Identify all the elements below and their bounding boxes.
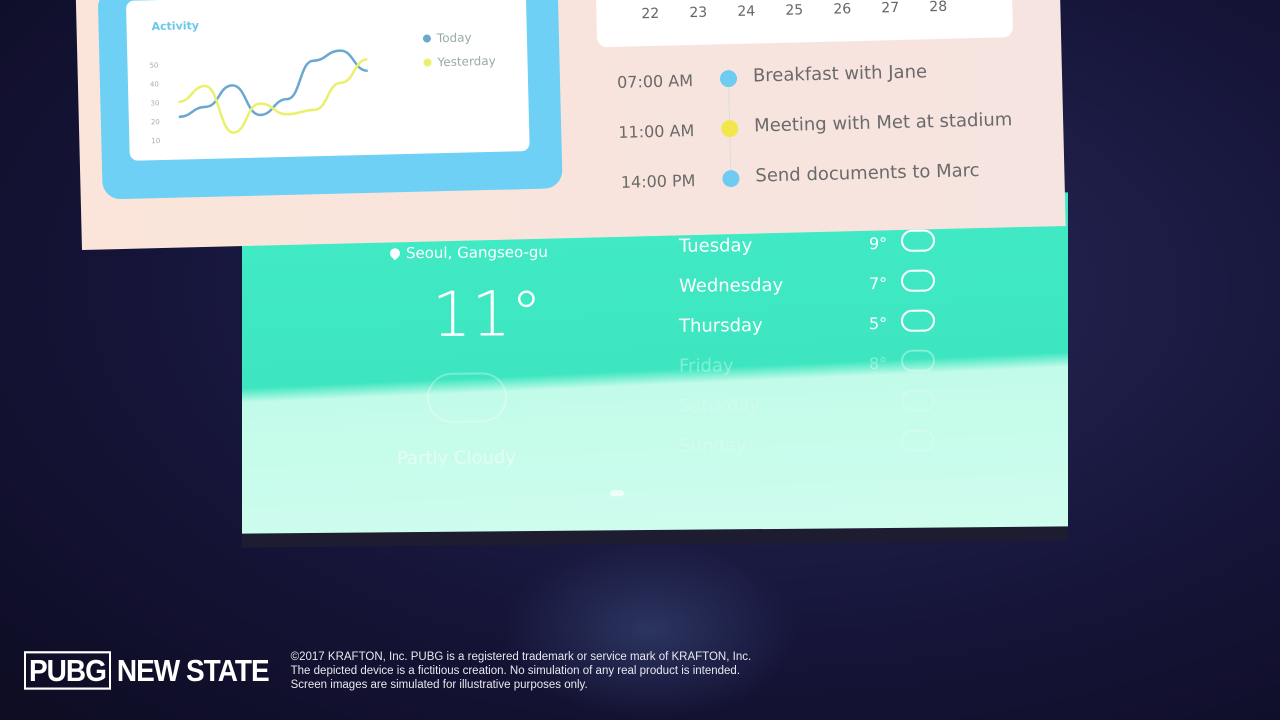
- forecast-row: Tuesday 9°: [679, 229, 1079, 265]
- legend-label: Today: [436, 30, 472, 45]
- forecast-row: Sunday: [679, 429, 1079, 465]
- legend-marker: [422, 34, 431, 43]
- legend-label: Yesterday: [436, 54, 496, 69]
- location-pin-icon: [387, 246, 403, 261]
- calendar: 151622232425262728: [594, 0, 1014, 48]
- event-item[interactable]: 14:00 PM Send documents to Marc: [610, 156, 1071, 207]
- forecast-row: Friday 8°: [679, 349, 1079, 385]
- calendar-day[interactable]: 28: [929, 0, 947, 15]
- cloud-icon: [901, 229, 935, 252]
- partly-cloudy-icon: [901, 309, 935, 332]
- calendar-day[interactable]: 23: [689, 5, 707, 21]
- footer: PUBG NEW STATE ©2017 KRAFTON, Inc. PUBG i…: [24, 650, 751, 692]
- cloud-icon: [901, 269, 935, 292]
- cloud-icon: [901, 349, 935, 372]
- legal-text: ©2017 KRAFTON, Inc. PUBG is a registered…: [291, 650, 752, 692]
- calendar-day[interactable]: 24: [737, 3, 755, 19]
- legend-marker: [423, 58, 432, 67]
- cloud-icon: [901, 389, 935, 412]
- forecast-row: Wednesday 7°: [679, 269, 1079, 305]
- activity-chart: Activity 10 20 30 40 50 Today Yesterday: [125, 0, 530, 161]
- weather-condition: Partly Cloudy: [397, 447, 516, 470]
- event-title: Meeting with Met at stadium: [753, 109, 1013, 137]
- event-dot: [722, 169, 740, 188]
- y-tick-label: 10: [151, 137, 160, 145]
- calendar-day[interactable]: 26: [833, 1, 851, 17]
- page-indicator[interactable]: [610, 490, 624, 497]
- event-time: 11:00 AM: [618, 121, 695, 142]
- forecast-day: Thursday: [679, 315, 763, 337]
- legal-line: ©2017 KRAFTON, Inc. PUBG is a registered…: [290, 651, 752, 663]
- forecast-temp: 5°: [869, 313, 888, 334]
- y-tick-label: 30: [150, 99, 159, 107]
- event-title: Send documents to Marc: [755, 160, 980, 187]
- activity-card: Activity 10 20 30 40 50 Today Yesterday: [97, 0, 563, 200]
- calendar-day[interactable]: 22: [641, 6, 659, 22]
- forecast-temp: 8°: [869, 353, 888, 374]
- event-time: 14:00 PM: [620, 170, 696, 192]
- pubg-new-state-logo: PUBG NEW STATE: [24, 651, 270, 690]
- event-title: Breakfast with Jane: [752, 61, 928, 87]
- legal-line: Screen images are simulated for illustra…: [290, 679, 588, 691]
- forecast-temp: 9°: [869, 233, 888, 254]
- forecast-day: Saturday: [679, 395, 761, 417]
- partly-cloudy-icon: [427, 372, 507, 423]
- y-tick-label: 20: [151, 118, 160, 126]
- event-time: 07:00 AM: [616, 71, 694, 92]
- event-item[interactable]: 11:00 AM Meeting with Met at stadium: [609, 106, 1070, 157]
- event-dot: [719, 69, 738, 88]
- calendar-day[interactable]: 25: [785, 2, 803, 18]
- location: Seoul, Gangseo-gu: [387, 242, 548, 263]
- event-item[interactable]: 07:00 AM Breakfast with Jane: [608, 56, 1069, 107]
- chart-title: Activity: [151, 19, 199, 33]
- forecast-temp: 7°: [869, 273, 888, 294]
- calendar-day[interactable]: 27: [881, 0, 899, 16]
- forecast-row: Saturday: [679, 389, 1079, 425]
- location-label: Seoul, Gangseo-gu: [406, 242, 548, 263]
- forecast-day: Tuesday: [679, 235, 753, 257]
- dashboard-panel: Activity1020304050TodayYesterday 1516222…: [74, 0, 1069, 251]
- y-tick-label: 50: [149, 62, 158, 70]
- forecast-day: Friday: [679, 355, 734, 377]
- cloud-icon: [901, 429, 935, 452]
- forecast-row: Thursday 5°: [679, 309, 1079, 345]
- background-glow: [500, 540, 800, 720]
- weather-widget: Seoul, Gangseo-gu 11° Partly Cloudy Tues…: [242, 192, 1068, 534]
- event-dot: [721, 119, 739, 138]
- forecast-day: Sunday: [679, 435, 747, 457]
- current-temperature: 11°: [432, 276, 542, 351]
- legal-line: The depicted device is a fictitious crea…: [290, 665, 741, 677]
- series-line-yesterday: [178, 58, 368, 134]
- forecast-day: Wednesday: [679, 274, 784, 297]
- y-tick-label: 40: [150, 80, 159, 88]
